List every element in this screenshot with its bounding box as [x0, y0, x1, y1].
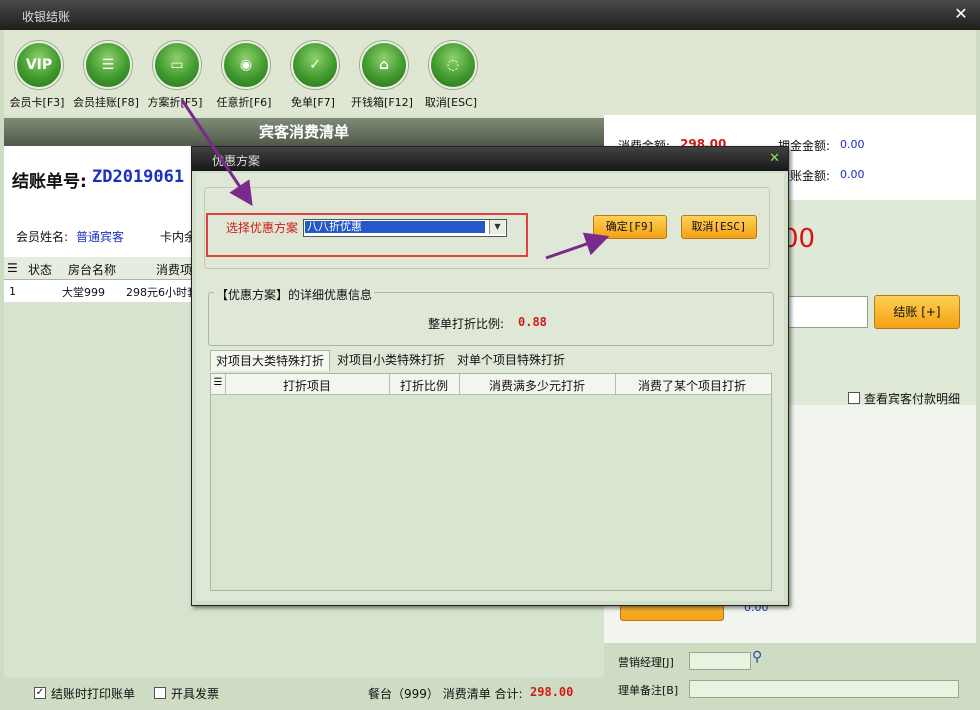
annotation-arrows [180, 99, 610, 260]
arrow-to-ok [545, 232, 610, 260]
arrow-to-select [180, 99, 253, 206]
checkout-window: 收银结账 ✕ VIP 会员卡[F3] ☰ 会员挂账[F8] ▭ 方案折[F5] … [0, 0, 980, 710]
